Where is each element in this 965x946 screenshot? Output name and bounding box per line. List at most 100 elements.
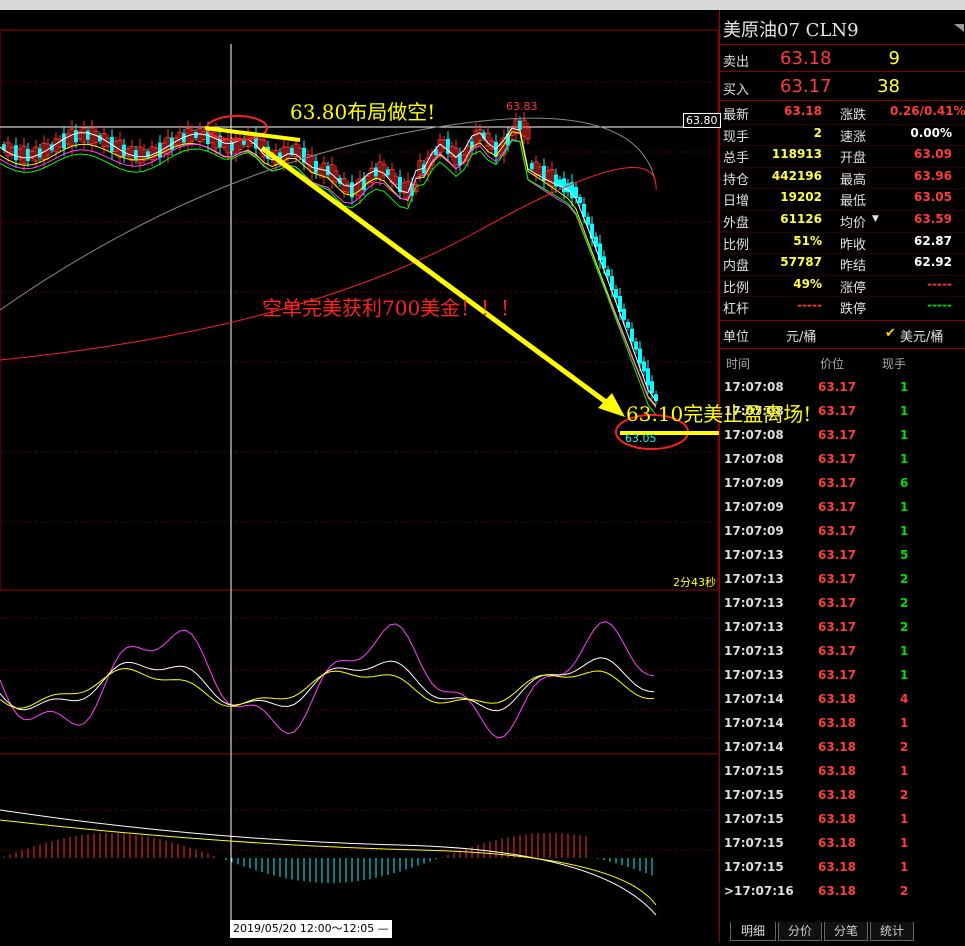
candle-body [642, 361, 646, 372]
tick-time: 17:07:13 [724, 668, 784, 682]
candle-body [386, 169, 390, 176]
candle-body [562, 178, 566, 193]
check-icon: ✔ [885, 326, 896, 341]
candle-body [26, 148, 30, 161]
panel-tabs: 明细 分价 分笔 统计 [720, 920, 965, 942]
annotation-profit: 空单完美获利700美金！！！ [262, 296, 521, 320]
quote-label: 比例 [723, 280, 750, 296]
tick-qty: 2 [900, 740, 909, 754]
quote-label: 总手 [723, 151, 750, 167]
candle-body [606, 269, 610, 277]
quote-value: 63.05 [914, 190, 952, 205]
quote-value: ----- [797, 298, 822, 313]
tick-qty: 2 [900, 788, 909, 802]
quote-value: 62.87 [914, 233, 952, 248]
annotation-short-entry: 63.80布局做空! [290, 100, 436, 124]
quote-label: 日增 [723, 194, 750, 210]
price-line-label: 63.80 [683, 113, 721, 128]
quote-value: 0.26/0.41% [890, 104, 965, 118]
quote-label: 速涨 [840, 129, 867, 145]
quote-panel: 美原油07 CLN9 卖出 63.18 9 买入 63.17 38 最新 63.1… [719, 10, 965, 942]
tick-row: 17:07:15 63.18 1 [720, 760, 960, 784]
unit-row: 单位 元/桶 ✔ 美元/桶 [720, 323, 960, 347]
tick-price: 63.17 [818, 572, 856, 586]
tick-row: 17:07:13 63.17 5 [720, 544, 960, 568]
quote-value: 51% [793, 233, 822, 248]
tick-time: 17:07:15 [724, 788, 784, 802]
quote-value: 0.00% [910, 125, 952, 140]
quote-label: 涨停 [840, 280, 867, 296]
tick-row: 17:07:13 63.17 1 [720, 664, 960, 688]
tick-price: 63.17 [818, 380, 856, 394]
tick-price: 63.18 [818, 740, 856, 754]
tick-price: 63.18 [818, 884, 856, 898]
tick-price: 63.17 [818, 500, 856, 514]
tab-price-dist[interactable]: 分价 [778, 922, 822, 941]
tab-ticks[interactable]: 分笔 [824, 922, 868, 941]
sell-qty: 9 [888, 48, 900, 69]
tick-row: 17:07:13 63.17 1 [720, 640, 960, 664]
date-range-label: 2019/05/20 12:00～12:05 — [230, 920, 392, 938]
tick-row: 17:07:15 63.18 2 [720, 784, 960, 808]
kline-chart[interactable] [0, 10, 740, 942]
candle-body [614, 289, 618, 299]
tick-time: 17:07:09 [724, 476, 784, 490]
quote-value: 63.18 [784, 104, 822, 118]
tick-qty: 2 [900, 884, 909, 898]
candle-body [14, 145, 18, 161]
tab-detail[interactable]: 明细 [730, 922, 776, 941]
tick-qty: 1 [900, 500, 909, 514]
tick-qty: 1 [900, 524, 909, 538]
quote-label: 杠杆 [723, 302, 750, 318]
tick-row: 17:07:09 63.17 6 [720, 472, 960, 496]
unit-option-cny[interactable]: 元/桶 [786, 326, 816, 345]
tick-qty: 4 [900, 692, 909, 706]
quote-label: 现手 [723, 129, 750, 145]
tick-qty: 1 [900, 404, 909, 418]
tick-price: 63.18 [818, 764, 856, 778]
corner-triangle-icon[interactable] [954, 24, 964, 32]
candle-body [134, 150, 138, 160]
tick-time: 17:07:13 [724, 644, 784, 658]
quote-label: 比例 [723, 237, 750, 253]
countdown-label: 2分43秒 [673, 576, 716, 589]
tick-price: 63.17 [818, 548, 856, 562]
tick-price: 63.17 [818, 428, 856, 442]
sell-label: 卖出 [723, 55, 750, 70]
quote-value: 62.92 [914, 255, 952, 270]
quote-label: 昨收 [840, 237, 867, 253]
tick-qty: 2 [900, 620, 909, 634]
quote-label: 涨跌 [840, 108, 867, 123]
tick-time: 17:07:15 [724, 764, 784, 778]
candle-body [626, 321, 630, 328]
price-chart-area[interactable] [0, 10, 740, 942]
tick-qty: 1 [900, 428, 909, 442]
candle-body [86, 130, 90, 140]
tick-time: 17:07:09 [724, 500, 784, 514]
quote-value: 63.96 [914, 168, 952, 183]
tick-qty: 1 [900, 860, 909, 874]
candle-body [622, 308, 626, 320]
tab-stats[interactable]: 统计 [870, 922, 914, 941]
tick-row: >17:07:16 63.18 2 [720, 880, 960, 904]
buy-label: 买入 [723, 83, 750, 98]
tick-row: 17:07:14 63.18 1 [720, 712, 960, 736]
quote-label: 内盘 [723, 259, 750, 275]
tick-time: 17:07:13 [724, 596, 784, 610]
tick-price: 63.17 [818, 620, 856, 634]
candle-body [62, 133, 66, 149]
tick-price: 63.18 [818, 788, 856, 802]
tick-price: 63.18 [818, 836, 856, 850]
unit-option-usd[interactable]: 美元/桶 [900, 326, 943, 345]
tick-price: 63.17 [818, 668, 856, 682]
tick-row: 17:07:14 63.18 2 [720, 736, 960, 760]
tick-row: 17:07:08 63.17 1 [720, 424, 960, 448]
tick-time: 17:07:08 [724, 452, 784, 466]
candle-body [598, 243, 602, 261]
tick-price: 63.17 [818, 404, 856, 418]
avg-price-dropdown-icon[interactable]: ▼ [872, 214, 879, 224]
tick-row: 17:07:08 63.17 1 [720, 376, 960, 400]
candle-body [194, 132, 198, 139]
candle-body [638, 348, 642, 364]
candle-body [518, 120, 522, 130]
